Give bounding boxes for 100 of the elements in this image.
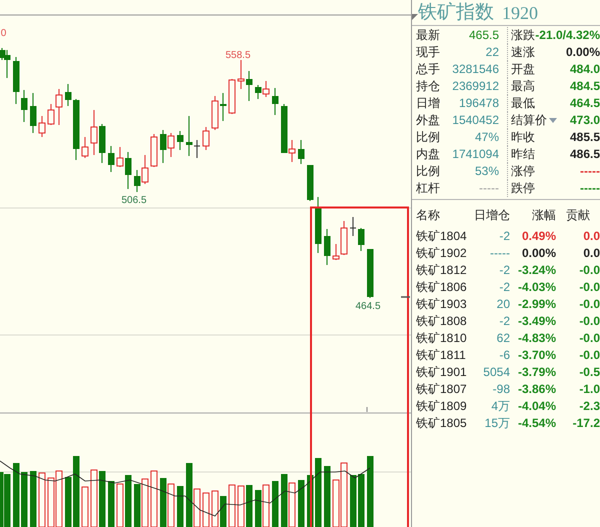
table-cell-text: 铁矿1808 [416, 313, 468, 330]
field-label: 日增 [416, 95, 440, 112]
table-cell-text: 铁矿1812 [416, 262, 468, 279]
table-cell-text: 0.0 [582, 228, 600, 245]
price-marker [401, 296, 410, 298]
field-label: 比例 [416, 129, 440, 146]
volume-bar [108, 481, 114, 527]
field-value: ----- [580, 180, 600, 197]
table-cell-text: 铁矿1807 [416, 381, 468, 398]
candlestick [307, 164, 314, 202]
table-cell-text: -2 [498, 313, 510, 330]
field-value: 196478 [458, 95, 499, 112]
field-label: 杠杆 [416, 180, 440, 197]
volume-bar [238, 486, 244, 527]
field-value: 0.00% [566, 44, 600, 61]
instrument-code: 1920 [502, 2, 538, 25]
field-value: 486.5 [570, 146, 600, 163]
volume-bar [228, 484, 236, 527]
field-value: -21.0/4.32% [535, 27, 600, 44]
table-cell-text: -3.24% [516, 262, 556, 279]
table-cell-text: -0.0 [578, 296, 600, 313]
volume-bar [73, 456, 80, 527]
volume-bar [21, 472, 28, 527]
table-cell-text: -2 [498, 262, 510, 279]
table-cell-text: -4.83% [516, 330, 556, 347]
table-cell-text: -1.0 [578, 381, 600, 398]
volume-bar [298, 480, 304, 527]
table-cell-text: 0.00% [520, 245, 556, 262]
table-cell-text: -2.3 [578, 398, 600, 415]
instrument-name: 铁矿指数 [418, 1, 494, 25]
field-value: ----- [479, 180, 499, 197]
volume-bar [350, 475, 356, 527]
field-value: 484.0 [570, 61, 600, 78]
column-header: 名称 [416, 206, 441, 224]
tick-mark [366, 406, 368, 412]
table-cell-text: 铁矿1809 [416, 398, 468, 415]
table-cell-text: -4.03% [516, 279, 556, 296]
field-label: 昨结 [511, 146, 535, 163]
candlestick [108, 146, 114, 172]
table-cell-text: -6 [498, 347, 510, 364]
volume-bar [116, 484, 124, 527]
field-label: 最新 [416, 27, 440, 44]
volume-bar [220, 496, 226, 527]
volume-bar [324, 466, 330, 527]
field-label: 总手 [416, 61, 440, 78]
candlestick [315, 196, 322, 254]
candlestick [82, 136, 88, 158]
volume-bar [38, 472, 46, 527]
volume-bar [99, 471, 106, 527]
field-value: ----- [580, 163, 600, 180]
table-cell-text: -0.0 [578, 279, 600, 296]
volume-bar [125, 475, 132, 527]
field-label: 持仓 [416, 78, 440, 95]
table-cell-text: -2 [498, 279, 510, 296]
dropdown-caret-icon[interactable] [549, 118, 557, 123]
candlestick [177, 130, 184, 150]
candlestick [30, 92, 36, 134]
candlestick [90, 110, 98, 156]
field-value: 484.5 [570, 78, 600, 95]
table-cell-text: -0.0 [578, 347, 600, 364]
table-cell-text: 铁矿1806 [416, 279, 468, 296]
candlestick [125, 152, 132, 190]
volume-bar [272, 481, 278, 527]
field-label: 现手 [416, 44, 440, 61]
table-cell-text: ----- [489, 245, 510, 262]
volume-bar [177, 486, 184, 527]
field-label: 外盘 [416, 112, 440, 129]
candlestick [65, 84, 72, 106]
candlestick [350, 216, 356, 236]
field-value: 2369912 [452, 78, 499, 95]
field-label: 内盘 [416, 146, 440, 163]
table-cell-text: 5054 [482, 364, 510, 381]
field-label: 跌停 [511, 180, 535, 197]
candlestick [99, 124, 106, 164]
table-cell-text: 4万 [490, 398, 510, 415]
candlestick [228, 78, 236, 114]
volume-bar [212, 490, 218, 527]
table-cell-text: 铁矿1902 [416, 245, 468, 262]
volume-bar [315, 458, 322, 527]
candlestick [202, 126, 210, 150]
field-value: 485.5 [570, 129, 600, 146]
table-cell-text: 铁矿1804 [416, 228, 468, 245]
field-value: 473.0 [570, 112, 600, 129]
candlestick [73, 98, 80, 160]
candlestick [298, 140, 304, 164]
field-label: 最低 [511, 95, 535, 112]
table-cell-text: -0.0 [578, 262, 600, 279]
candlestick [220, 92, 226, 122]
table-cell-text: 20 [496, 296, 510, 313]
candlestick [13, 56, 20, 104]
field-label: 昨收 [511, 129, 535, 146]
field-value: 1741094 [452, 146, 499, 163]
table-cell-text: -4.04% [516, 398, 556, 415]
field-label: 比例 [416, 163, 440, 180]
table-cell-text: 0.0 [582, 245, 600, 262]
table-cell-text: 铁矿1903 [416, 296, 468, 313]
table-cell-text: -2 [498, 228, 510, 245]
column-header: 日增仓 [474, 206, 510, 224]
price-label: 558.5 [225, 50, 251, 61]
table-cell-text: 铁矿1811 [416, 347, 467, 364]
